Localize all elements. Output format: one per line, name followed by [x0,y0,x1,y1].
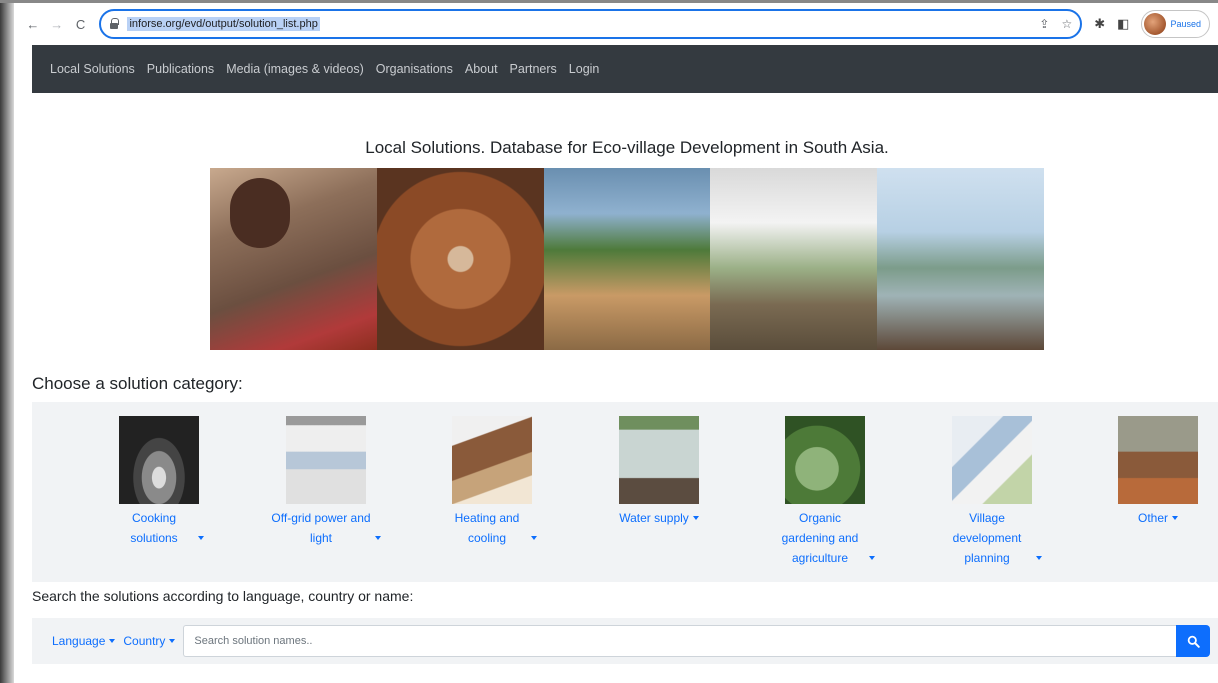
forward-icon[interactable]: → [46,13,68,35]
category-label-cooking[interactable]: Cooking solutions [99,508,219,548]
caret-down-icon [194,531,204,545]
category-other[interactable]: Other [1098,416,1218,528]
caret-down-icon [1168,511,1178,525]
browser-toolbar: ← → C inforse.org/evd/output/solution_li… [14,3,1218,45]
nav-local-solutions[interactable]: Local Solutions [50,62,135,76]
caret-down-icon [527,531,537,545]
side-panel-icon[interactable]: ◧ [1117,16,1129,32]
nav-organisations[interactable]: Organisations [376,62,453,76]
banner-photo-turbine [376,168,544,350]
category-organic-gardening[interactable]: Organic gardening and agriculture [765,416,885,568]
category-label-water-supply[interactable]: Water supply [599,508,719,528]
profile-button[interactable]: Paused [1141,10,1210,38]
banner-photo-basket-weaving [543,168,711,350]
cooking-thumbnail[interactable] [119,416,199,504]
window-frame-left [0,0,14,683]
banner-image-strip [210,168,1044,350]
search-button[interactable] [1176,625,1210,657]
category-heading: Choose a solution category: [32,374,243,393]
banner-photo-solar-boat [877,168,1044,350]
category-cooking[interactable]: Cooking solutions [99,416,219,548]
caret-down-icon [689,511,699,525]
banner-photo-cooking [210,168,377,350]
avatar [1144,13,1167,35]
other-bicycle-thumbnail[interactable] [1118,416,1198,504]
search-input[interactable] [183,625,1176,657]
banner-photo-solar-dryer [710,168,878,350]
address-bar[interactable]: inforse.org/evd/output/solution_list.php… [99,9,1083,39]
off-grid-power-thumbnail[interactable] [286,416,366,504]
extensions-puzzle-icon[interactable]: ✱ [1094,16,1105,32]
search-heading: Search the solutions according to langua… [32,588,414,604]
category-heating-cooling[interactable]: Heating and cooling [432,416,552,548]
caret-down-icon [865,551,875,565]
category-label-off-grid-power[interactable]: Off-grid power and light [266,508,386,548]
country-dropdown[interactable]: Country [123,634,175,648]
category-label-heating-cooling[interactable]: Heating and cooling [432,508,552,548]
url-text[interactable]: inforse.org/evd/output/solution_list.php [127,17,320,31]
caret-down-icon [371,531,381,545]
share-icon[interactable]: ⇪ [1039,17,1049,31]
nav-publications[interactable]: Publications [147,62,214,76]
nav-media[interactable]: Media (images & videos) [226,62,364,76]
caret-down-icon [1032,551,1042,565]
water-supply-thumbnail[interactable] [619,416,699,504]
organic-gardening-thumbnail[interactable] [785,416,865,504]
back-icon[interactable]: ← [22,13,44,35]
search-icon [1187,635,1200,648]
search-bar: Language Country [32,618,1218,664]
site-navbar: Local Solutions Publications Media (imag… [32,45,1218,93]
profile-status: Paused [1170,19,1201,29]
category-label-organic-gardening[interactable]: Organic gardening and agriculture [765,508,885,568]
lock-icon[interactable] [109,18,120,30]
nav-about[interactable]: About [465,62,498,76]
bookmark-star-icon[interactable]: ☆ [1061,17,1072,31]
page-title: Local Solutions. Database for Eco-villag… [365,138,889,157]
heating-cooling-thumbnail[interactable] [452,416,532,504]
category-panel: Cooking solutions Off-grid power and lig… [32,402,1218,582]
category-label-village-planning[interactable]: Village development planning [932,508,1052,568]
village-planning-thumbnail[interactable] [952,416,1032,504]
category-village-planning[interactable]: Village development planning [932,416,1052,568]
category-off-grid-power[interactable]: Off-grid power and light [266,416,386,548]
category-water-supply[interactable]: Water supply [599,416,719,528]
nav-login[interactable]: Login [569,62,600,76]
category-label-other[interactable]: Other [1098,508,1218,528]
nav-partners[interactable]: Partners [510,62,557,76]
reload-icon[interactable]: C [70,13,92,35]
language-dropdown[interactable]: Language [52,634,115,648]
